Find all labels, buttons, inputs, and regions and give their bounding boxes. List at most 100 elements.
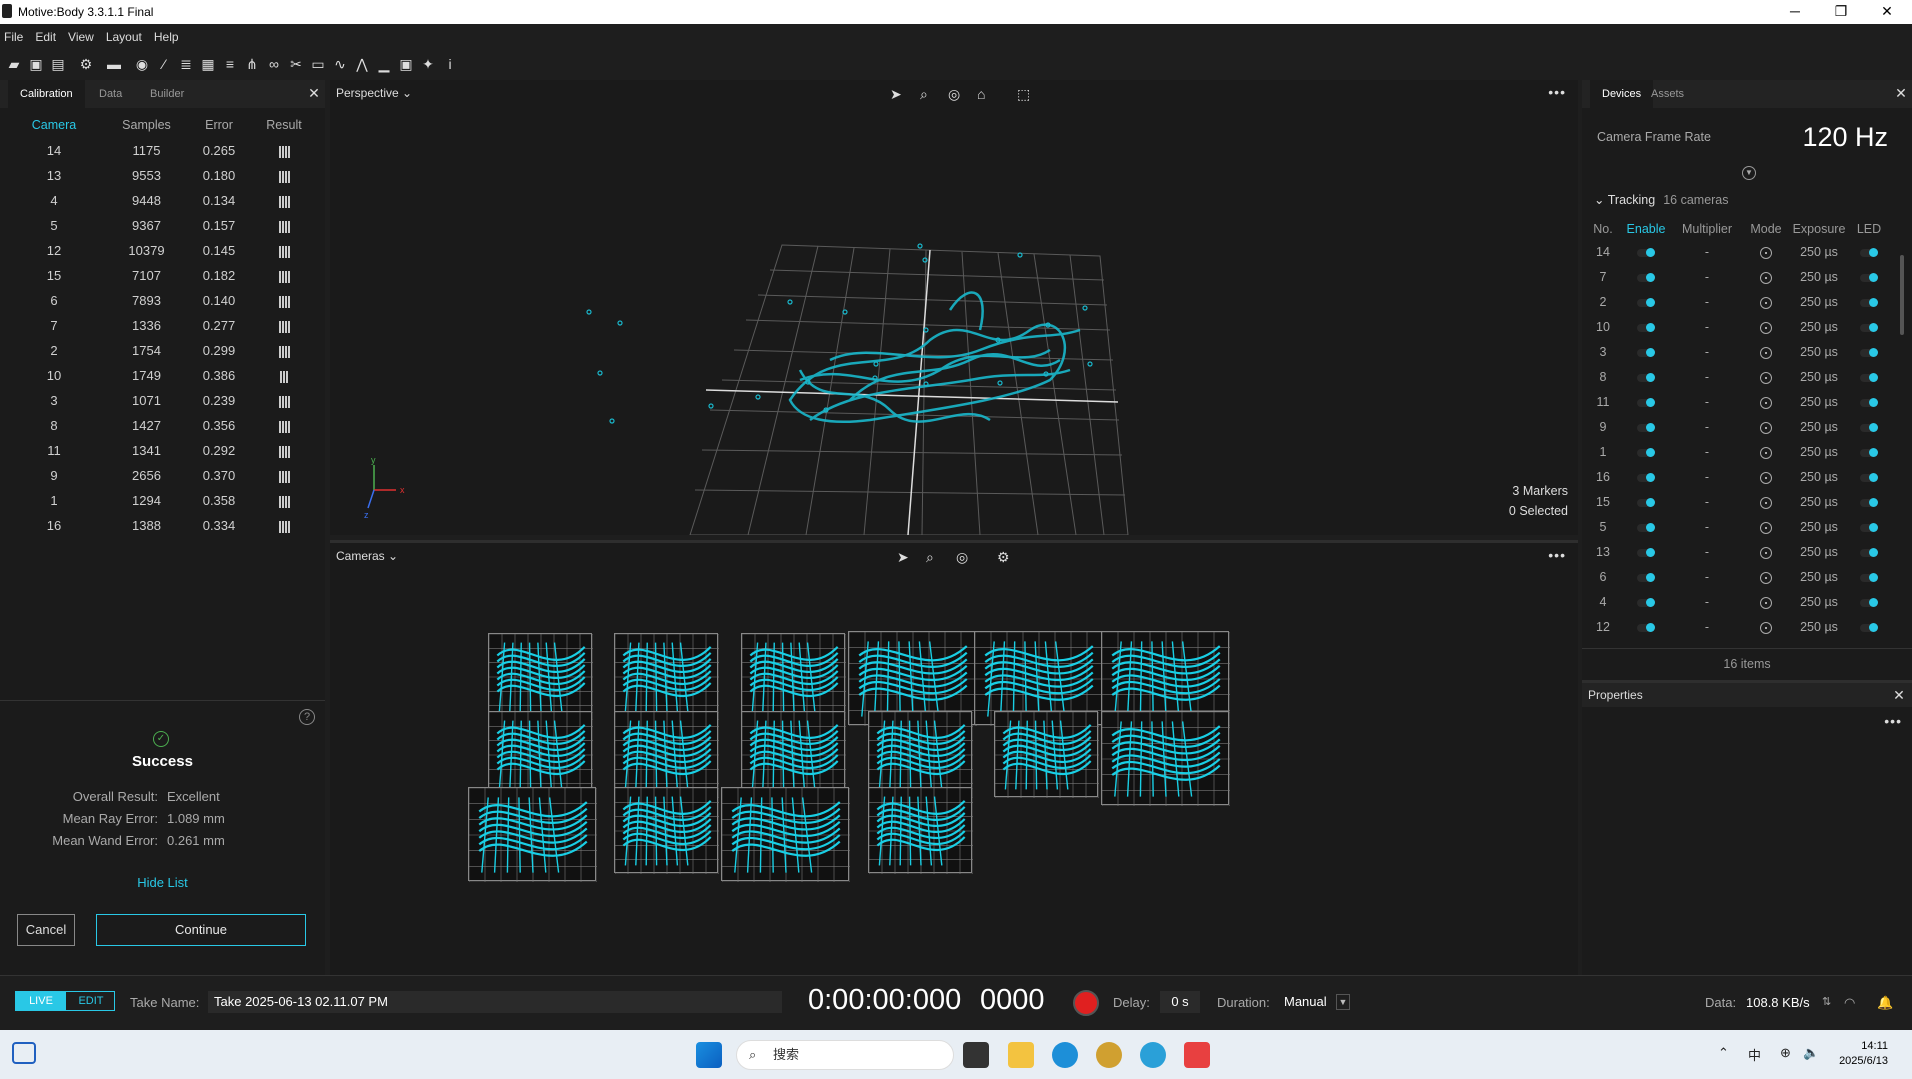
widgets-icon[interactable] [12,1042,36,1064]
frame-rate-value[interactable]: 120 Hz [1802,122,1888,153]
exposure-cell[interactable]: 250 µs [1786,590,1852,615]
device-row[interactable]: 9 - 250 µs [1582,415,1897,440]
table-row[interactable]: 16 1388 0.334 [4,513,320,538]
live-edit-toggle[interactable]: LIVE EDIT [15,991,115,1011]
led-toggle[interactable] [1852,390,1886,415]
device-row[interactable]: 7 - 250 µs [1582,265,1897,290]
camera-tile[interactable] [741,711,847,799]
perspective-viewport[interactable]: Perspective ⌄ ➤ ⌕ ◎ ⌂ ⬚ ••• y x z 3 Mark… [330,80,1578,535]
more-icon[interactable]: ••• [1884,713,1902,729]
mode-cell[interactable] [1746,240,1786,265]
exposure-cell[interactable]: 250 µs [1786,540,1852,565]
col-no[interactable]: No. [1582,218,1624,240]
mode-cell[interactable] [1746,590,1786,615]
device-row[interactable]: 3 - 250 µs [1582,340,1897,365]
led-toggle[interactable] [1852,290,1886,315]
menu-file[interactable]: File [0,24,31,44]
device-row[interactable]: 6 - 250 µs [1582,565,1897,590]
menu-help[interactable]: Help [150,24,187,44]
mode-cell[interactable] [1746,340,1786,365]
hierarchy-icon[interactable]: ⋔ [243,55,261,73]
led-toggle[interactable] [1852,615,1886,640]
mode-cell[interactable] [1746,290,1786,315]
tab-data[interactable]: Data [87,80,134,108]
camera-tile[interactable] [468,787,598,883]
save-icon[interactable]: ▣ [27,55,45,73]
app-icon-motive[interactable] [1096,1042,1122,1068]
file-explorer-icon[interactable] [1008,1042,1034,1068]
device-row[interactable]: 14 - 250 µs [1582,240,1897,265]
counter-icon[interactable]: ▣ [397,55,415,73]
info-icon[interactable]: i [441,55,459,73]
table-row[interactable]: 5 9367 0.157 [4,213,320,238]
taskbar-search[interactable]: ⌕ 搜索 [736,1040,954,1070]
exposure-cell[interactable]: 250 µs [1786,340,1852,365]
open-icon[interactable]: ▰ [5,55,23,73]
system-clock[interactable]: 14:11 2025/6/13 [1839,1039,1888,1069]
exposure-cell[interactable]: 250 µs [1786,515,1852,540]
table-row[interactable]: 11 1341 0.292 [4,438,320,463]
led-toggle[interactable] [1852,365,1886,390]
tracking-group[interactable]: ⌄ Tracking 16 cameras [1594,192,1729,207]
col-camera[interactable]: Camera [4,118,104,138]
enable-toggle[interactable] [1624,315,1668,340]
tab-assets[interactable]: Assets [1639,80,1696,108]
table-row[interactable]: 9 2656 0.370 [4,463,320,488]
enable-toggle[interactable] [1624,490,1668,515]
mode-cell[interactable] [1746,365,1786,390]
mode-cell[interactable] [1746,415,1786,440]
settings-icon[interactable]: ⚙ [77,55,95,73]
mode-cell[interactable] [1746,315,1786,340]
mode-cell[interactable] [1746,440,1786,465]
led-toggle[interactable] [1852,415,1886,440]
led-toggle[interactable] [1852,515,1886,540]
table-row[interactable]: 3 1071 0.239 [4,388,320,413]
camera-tile[interactable] [741,633,847,721]
edit-mode-button[interactable]: EDIT [66,992,116,1010]
exposure-cell[interactable]: 250 µs [1786,465,1852,490]
enable-toggle[interactable] [1624,290,1668,315]
exposure-cell[interactable]: 250 µs [1786,440,1852,465]
col-multiplier[interactable]: Multiplier [1668,218,1746,240]
table-row[interactable]: 1 1294 0.358 [4,488,320,513]
wand-icon[interactable]: ⁄ [155,55,173,73]
camera-tile[interactable] [868,787,974,875]
graph-icon[interactable]: ∿ [331,55,349,73]
enable-toggle[interactable] [1624,540,1668,565]
exposure-cell[interactable]: 250 µs [1786,265,1852,290]
graph2-icon[interactable]: ⋀ [353,55,371,73]
device-row[interactable]: 5 - 250 µs [1582,515,1897,540]
col-mode[interactable]: Mode [1746,218,1786,240]
record-button[interactable] [1073,990,1099,1016]
enable-toggle[interactable] [1624,365,1668,390]
table-row[interactable]: 14 1175 0.265 [4,138,320,163]
table-row[interactable]: 2 1754 0.299 [4,338,320,363]
help-icon[interactable]: ? [299,709,315,725]
headset-icon[interactable]: ◠ [1844,995,1855,1011]
col-enable[interactable]: Enable [1624,218,1668,240]
enable-toggle[interactable] [1624,340,1668,365]
close-icon[interactable]: ✕ [307,86,321,100]
led-toggle[interactable] [1852,440,1886,465]
led-toggle[interactable] [1852,540,1886,565]
exposure-cell[interactable]: 250 µs [1786,365,1852,390]
col-result[interactable]: Result [249,118,319,138]
database-icon[interactable]: ≣ [177,55,195,73]
link-icon[interactable]: ∞ [265,55,283,73]
bell-icon[interactable]: 🔔 [1877,995,1893,1011]
mode-cell[interactable] [1746,540,1786,565]
enable-toggle[interactable] [1624,465,1668,490]
storage-icon[interactable]: ▦ [199,55,217,73]
mode-cell[interactable] [1746,565,1786,590]
exposure-cell[interactable]: 250 µs [1786,390,1852,415]
table-row[interactable]: 7 1336 0.277 [4,313,320,338]
tab-calibration[interactable]: Calibration [8,80,85,108]
enable-toggle[interactable] [1624,390,1668,415]
camera-tile[interactable] [614,711,720,799]
device-row[interactable]: 13 - 250 µs [1582,540,1897,565]
device-row[interactable]: 8 - 250 µs [1582,365,1897,390]
sort-icon[interactable]: ⇅ [1822,995,1831,1008]
camera-tile[interactable] [614,787,720,875]
menu-layout[interactable]: Layout [102,24,150,44]
close-window-button[interactable]: ✕ [1864,0,1910,24]
